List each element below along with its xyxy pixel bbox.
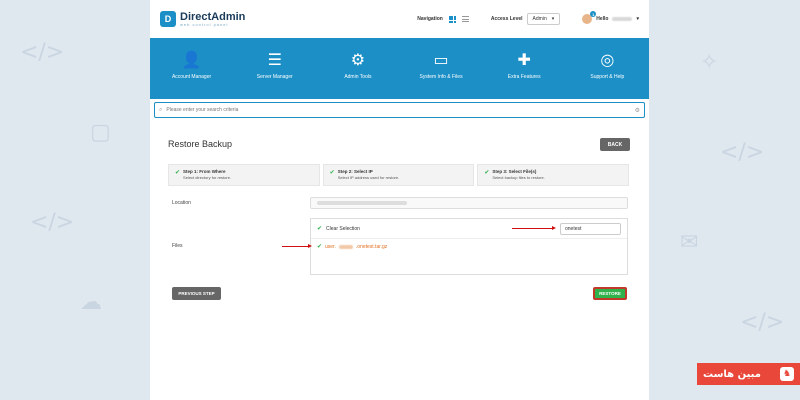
brand-watermark: مبين هاست ♞: [697, 363, 800, 385]
check-icon: ✔: [317, 225, 323, 232]
admin-tools-icon: ⚙: [350, 50, 366, 69]
logo-mark-icon: D: [160, 11, 176, 27]
redacted-file-user: [338, 244, 353, 249]
step-2[interactable]: ✔ Step 2: Select IP Select IP address us…: [322, 164, 475, 186]
file-name-suffix: .onetest.tar.gz: [355, 243, 388, 250]
background-code-icon: </>: [30, 210, 75, 235]
file-name-prefix: user.: [325, 243, 336, 250]
directadmin-window: D DirectAdmin web control panel Navigati…: [150, 0, 649, 400]
access-level-label: Access Level: [490, 16, 523, 22]
search-input[interactable]: [166, 107, 631, 113]
chevron-down-icon: ▾: [636, 16, 639, 22]
step-title: Step 2: Select IP: [337, 169, 373, 174]
chevron-down-icon: ▾: [551, 16, 555, 22]
system-info-icon: ▭: [433, 50, 449, 69]
access-level: Access Level Admin ▾: [490, 13, 561, 25]
step-description: Select IP address used for restore.: [337, 175, 400, 180]
grid-view-icon[interactable]: [448, 15, 456, 23]
background-code-icon: </>: [20, 40, 65, 65]
avatar: 1: [582, 11, 597, 24]
check-icon: ✔: [329, 169, 335, 176]
redacted-location-path: [317, 201, 407, 205]
list-view-icon[interactable]: [461, 16, 469, 22]
background-code-icon: </>: [720, 140, 765, 165]
file-filter-input[interactable]: [560, 222, 621, 235]
menu-item-label: Support & Help: [590, 74, 625, 80]
wizard-steps: ✔ Step 1: From Where Select directory fo…: [168, 164, 630, 186]
menu-item-account-manager[interactable]: 👤 Account Manager: [157, 50, 227, 81]
greeting: Hello: [596, 16, 609, 22]
support-help-icon: ◎: [600, 50, 615, 69]
check-icon: ✔: [317, 243, 323, 250]
settings-icon[interactable]: ⚙: [635, 107, 640, 114]
step-description: Select backup files to restore.: [492, 175, 545, 180]
location-label: Location: [172, 200, 191, 206]
background-mail-icon: ✉: [680, 230, 699, 255]
clear-selection-link[interactable]: Clear Selection: [326, 226, 360, 232]
menu-item-label: Account Manager: [171, 74, 212, 80]
background-document-icon: ▢: [90, 120, 111, 145]
files-label: Files: [172, 243, 183, 249]
logo-subtitle: web control panel: [180, 21, 229, 27]
main-menu-band: 👤 Account Manager ☰ Server Manager ⚙ Admin To…: [150, 38, 649, 99]
brand-text: مبين هاست: [703, 368, 761, 380]
step-1[interactable]: ✔ Step 1: From Where Select directory fo…: [168, 164, 320, 186]
files-selector: ✔ Clear Selection ✔ user. .onetest.tar.g…: [310, 218, 628, 275]
extra-features-icon: ✚: [517, 50, 531, 69]
background-lightbulb-icon: ✧: [700, 50, 719, 75]
menu-item-support-help[interactable]: ◎ Support & Help: [572, 50, 642, 81]
main-menu: 👤 Account Manager ☰ Server Manager ⚙ Admin To…: [150, 38, 649, 81]
menu-item-system-info-files[interactable]: ▭ System Info & Files: [406, 50, 476, 81]
navigation-label: Navigation: [417, 16, 443, 22]
top-bar: D DirectAdmin web control panel Navigati…: [150, 0, 649, 38]
background-code-icon: </>: [740, 310, 785, 335]
menu-item-server-manager[interactable]: ☰ Server Manager: [240, 50, 310, 81]
back-button[interactable]: BACK: [600, 138, 630, 151]
check-icon: ✔: [484, 169, 490, 176]
files-header: ✔ Clear Selection: [311, 219, 627, 239]
redacted-username: [612, 17, 633, 21]
step-title: Step 1: From Where: [183, 169, 226, 174]
background-cloud-icon: ☁: [80, 290, 102, 315]
logo[interactable]: D DirectAdmin web control panel: [160, 11, 245, 27]
annotation-arrow-file: [282, 244, 312, 248]
menu-item-admin-tools[interactable]: ⚙ Admin Tools: [323, 50, 393, 81]
brand-logo-icon: ♞: [780, 367, 794, 381]
annotation-arrow-filter: [512, 226, 556, 230]
account-manager-icon: 👤: [181, 50, 202, 69]
menu-item-label: Server Manager: [256, 74, 293, 80]
access-level-value: Admin: [532, 16, 547, 22]
user-menu[interactable]: 1 Hello ▾: [582, 11, 639, 24]
location-field: [310, 197, 628, 209]
menu-item-label: Admin Tools: [344, 74, 372, 80]
navigation-toggle: Navigation: [417, 15, 469, 23]
step-description: Select directory for restore.: [183, 175, 232, 180]
search-icon: ⌕: [159, 106, 163, 113]
server-manager-icon: ☰: [267, 50, 282, 69]
access-level-select[interactable]: Admin ▾: [526, 13, 561, 25]
menu-item-extra-features[interactable]: ✚ Extra Features: [489, 50, 559, 81]
menu-item-label: System Info & Files: [419, 74, 463, 80]
step-3[interactable]: ✔ Step 3: Select File(s) Select backup f…: [477, 164, 630, 186]
step-title: Step 3: Select File(s): [492, 169, 537, 174]
restore-button[interactable]: RESTORE: [593, 287, 627, 300]
menu-item-label: Extra Features: [507, 74, 541, 80]
logo-title: DirectAdmin: [180, 10, 246, 23]
page-title: Restore Backup: [168, 139, 233, 149]
search-bar: ⌕ ⚙: [154, 102, 645, 118]
check-icon: ✔: [175, 169, 181, 176]
previous-step-button[interactable]: PREVIOUS STEP: [172, 287, 221, 300]
backup-file-item[interactable]: ✔ user. .onetest.tar.gz: [311, 239, 627, 254]
